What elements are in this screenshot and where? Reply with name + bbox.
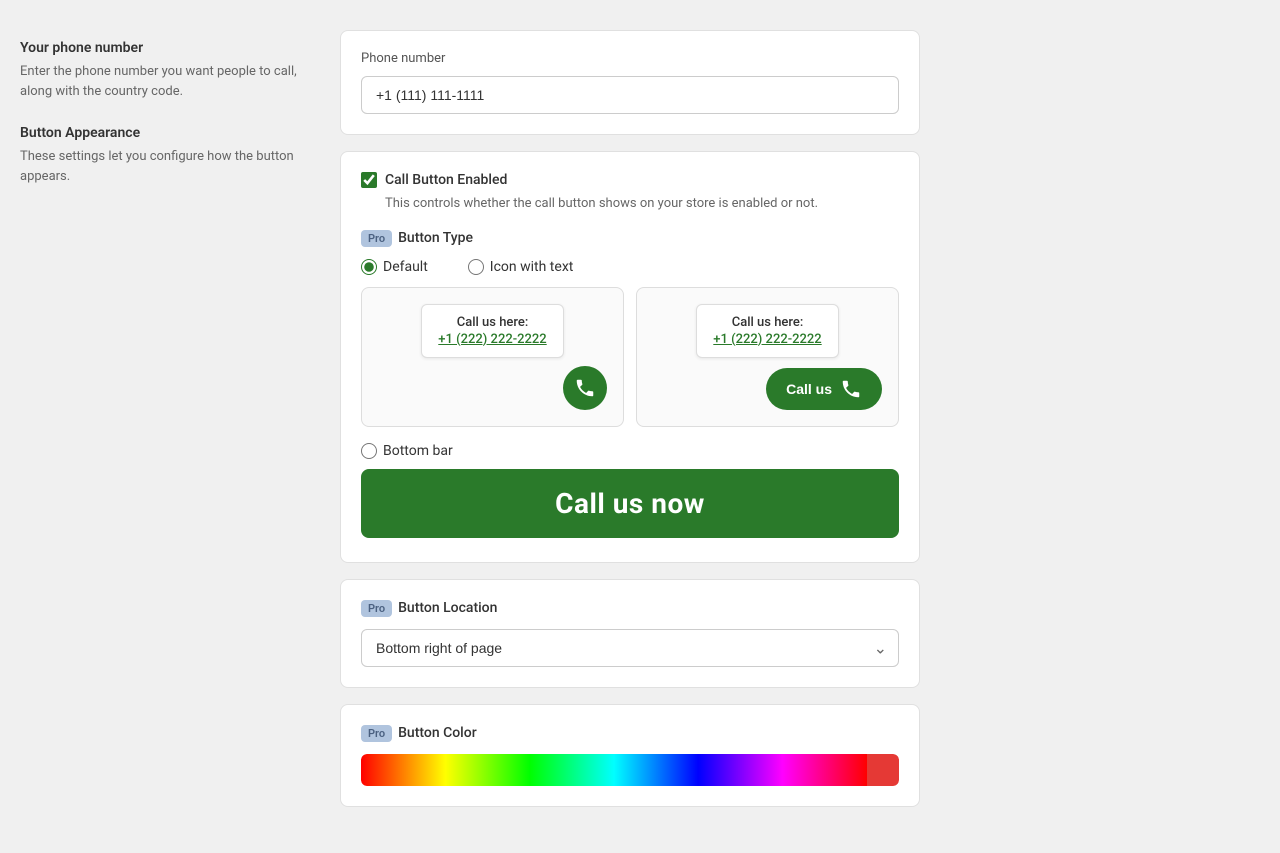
radio-default[interactable]: Default [361,259,428,275]
call-us-btn-label: Call us [786,381,832,397]
call-us-button-preview: Call us [766,368,882,410]
bottom-bar-label[interactable]: Bottom bar [383,443,453,459]
default-card-title: Call us here: [438,315,546,330]
button-type-radio-group: Default Icon with text [361,259,899,275]
default-card-phone: +1 (222) 222-2222 [438,332,546,347]
phone-section-title: Your phone number [20,40,300,56]
phone-icon [574,377,596,399]
radio-icon-with-text[interactable]: Icon with text [468,259,574,275]
button-color-label: Button Color [398,725,477,741]
color-dot[interactable] [867,754,899,786]
preview-icon-with-text: Call us here: +1 (222) 222-2222 Call us [636,287,899,427]
call-button-enabled-desc: This controls whether the call button sh… [385,194,899,214]
radio-default-input[interactable] [361,259,377,275]
right-panel: Phone number Call Button Enabled This co… [340,30,920,823]
appearance-section-desc: Button Appearance These settings let you… [20,125,300,186]
default-call-card: Call us here: +1 (222) 222-2222 [421,304,563,358]
appearance-section-description: These settings let you configure how the… [20,147,300,186]
bottom-bar-radio-row: Bottom bar [361,443,899,459]
button-location-header: Pro Button Location [361,600,899,617]
button-location-label: Button Location [398,600,497,616]
phone-number-input[interactable] [361,76,899,114]
appearance-section-title: Button Appearance [20,125,300,141]
color-gradient[interactable] [361,754,867,786]
preview-default: Call us here: +1 (222) 222-2222 [361,287,624,427]
button-type-header: Pro Button Type [361,230,899,247]
call-button-enabled-row: Call Button Enabled [361,172,899,188]
icon-text-call-card: Call us here: +1 (222) 222-2222 [696,304,838,358]
button-location-select[interactable]: Bottom right of page Bottom left of page… [361,629,899,667]
button-location-card: Pro Button Location Bottom right of page… [340,579,920,688]
button-location-select-wrapper: Bottom right of page Bottom left of page… [361,629,899,667]
button-type-label: Button Type [398,230,473,246]
button-location-pro-badge: Pro [361,600,392,617]
phone-number-card: Phone number [340,30,920,135]
icon-text-card-phone: +1 (222) 222-2222 [713,332,821,347]
bottom-bar-preview: Call us now [361,469,899,538]
phone-section-desc: Your phone number Enter the phone number… [20,40,300,101]
button-color-card: Pro Button Color [340,704,920,807]
left-panel: Your phone number Enter the phone number… [20,30,300,823]
button-color-header: Pro Button Color [361,725,899,742]
bottom-bar-radio-input[interactable] [361,443,377,459]
call-us-phone-icon [840,378,862,400]
bottom-bar-text: Call us now [555,487,705,520]
button-type-pro-badge: Pro [361,230,392,247]
radio-icon-text-label: Icon with text [490,259,574,275]
color-picker-bar[interactable] [361,754,899,786]
button-appearance-card: Call Button Enabled This controls whethe… [340,151,920,563]
phone-section-description: Enter the phone number you want people t… [20,62,300,101]
call-button-enabled-checkbox[interactable] [361,172,377,188]
call-button-enabled-label[interactable]: Call Button Enabled [385,172,507,188]
default-phone-icon-button [563,366,607,410]
phone-number-label: Phone number [361,51,899,66]
icon-text-card-title: Call us here: [713,315,821,330]
button-type-previews: Call us here: +1 (222) 222-2222 Call us … [361,287,899,427]
radio-default-label: Default [383,259,428,275]
radio-icon-text-input[interactable] [468,259,484,275]
button-color-pro-badge: Pro [361,725,392,742]
